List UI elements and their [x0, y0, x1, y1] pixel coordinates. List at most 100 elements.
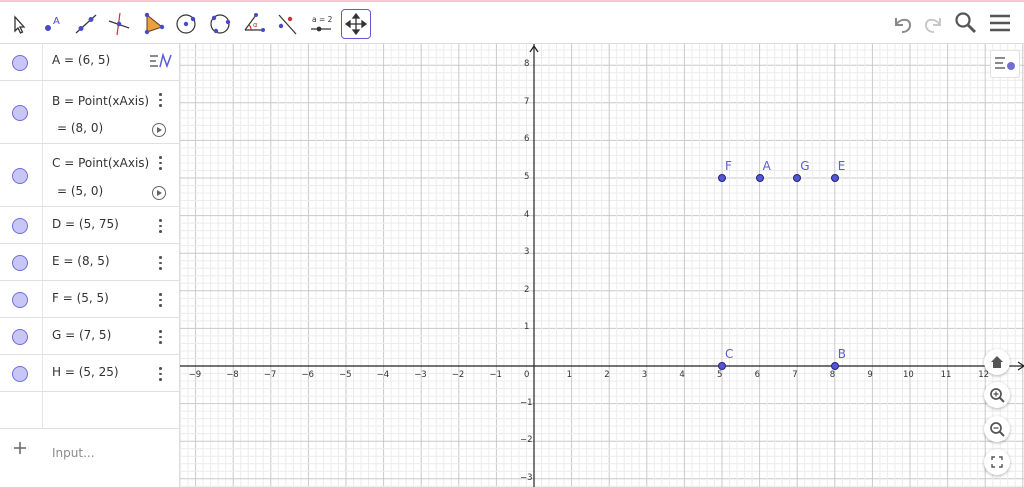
more-options-icon[interactable] [155, 218, 165, 234]
angle-tool[interactable]: α [240, 10, 268, 38]
circle-center-point-tool[interactable] [172, 10, 200, 38]
add-icon[interactable] [12, 440, 28, 456]
algebra-definition[interactable]: E = (8, 5) [52, 254, 110, 268]
x-tick-label: 2 [604, 370, 610, 380]
algebra-input-row[interactable] [0, 392, 179, 429]
graphics-view[interactable]: −9 −8 −7 −6 −5 −4 −3 −2 −1 0 1 2 3 4 5 6 7 8 9 10 11 12 8 7 6 5 4 3… [180, 44, 1024, 487]
more-options-icon[interactable] [155, 329, 165, 345]
move-tool[interactable] [5, 10, 33, 38]
visibility-toggle[interactable] [12, 366, 28, 382]
x-tick-label: 11 [940, 370, 952, 380]
algebra-definition[interactable]: G = (7, 5) [52, 328, 111, 342]
more-options-icon[interactable] [155, 155, 165, 171]
svg-text:a = 2: a = 2 [312, 15, 333, 24]
x-tick-label: −3 [414, 370, 427, 380]
point-label: F [725, 159, 732, 173]
algebra-definition[interactable]: D = (5, 75) [52, 217, 119, 231]
x-tick-label: −2 [451, 370, 465, 380]
more-options-icon[interactable] [155, 92, 165, 108]
graphics-style-bar-icon[interactable] [990, 50, 1020, 78]
visibility-toggle[interactable] [12, 55, 28, 71]
point-b[interactable] [830, 362, 839, 370]
algebra-view: A = (6, 5) B = Point(xAxis) = (8, 0) C =… [0, 44, 180, 487]
y-tick-label: 2 [524, 284, 530, 295]
algebra-definition[interactable]: H = (5, 25) [52, 365, 119, 379]
line-tool[interactable] [72, 10, 100, 38]
x-tick-label: −6 [301, 370, 314, 380]
algebra-style-bar-icon[interactable] [146, 48, 176, 74]
play-animation-icon[interactable] [152, 123, 166, 137]
x-tick-label: −5 [339, 370, 352, 380]
visibility-toggle[interactable] [12, 255, 28, 271]
undo-icon[interactable] [888, 8, 918, 38]
y-tick-label: 1 [524, 322, 530, 333]
point-e[interactable] [830, 174, 839, 182]
y-tick-label: 3 [524, 247, 530, 258]
svg-text:α: α [253, 21, 258, 29]
x-tick-label: 0 [524, 370, 530, 380]
x-tick-label: −9 [188, 370, 202, 380]
play-animation-icon[interactable] [152, 186, 166, 200]
input-field[interactable]: Input... [52, 446, 95, 460]
x-tick-label: 3 [641, 370, 648, 380]
y-tick-label: −2 [520, 435, 533, 446]
x-tick-label: 1 [566, 370, 573, 380]
y-tick-label: −3 [520, 472, 533, 483]
move-graphics-view-tool[interactable] [341, 9, 371, 39]
zoom-in-icon[interactable] [984, 382, 1010, 408]
search-icon[interactable] [951, 8, 981, 38]
x-tick-label: −8 [226, 370, 239, 380]
visibility-toggle[interactable] [12, 292, 28, 308]
perpendicular-line-tool[interactable] [105, 10, 133, 38]
algebra-value: = (8, 0) [57, 121, 104, 135]
x-tick-label: 9 [867, 370, 873, 380]
algebra-definition[interactable]: A = (6, 5) [52, 53, 110, 67]
more-options-icon[interactable] [155, 255, 165, 271]
point-tool[interactable]: A [38, 10, 66, 38]
fullscreen-icon[interactable] [984, 449, 1010, 475]
point-label: C [725, 347, 734, 361]
algebra-definition[interactable]: C = Point(xAxis) [52, 156, 149, 170]
y-tick-label: 7 [524, 96, 530, 107]
algebra-definition[interactable]: F = (5, 5) [52, 291, 109, 305]
y-tick-label: 8 [524, 59, 530, 70]
point-f[interactable] [718, 174, 726, 182]
row-gutter [0, 392, 43, 428]
y-tick-label: 6 [524, 134, 530, 145]
visibility-toggle[interactable] [12, 168, 28, 184]
slider-tool[interactable]: a = 2 [307, 10, 335, 38]
menu-icon[interactable] [985, 8, 1015, 38]
redo-icon[interactable] [918, 8, 948, 38]
point-label: E [837, 159, 846, 173]
algebra-row-c[interactable]: C = Point(xAxis) = (5, 0) [0, 144, 179, 207]
x-tick-label: 7 [792, 370, 798, 380]
point-label: G [800, 159, 810, 173]
algebra-row-f[interactable]: F = (5, 5) [0, 281, 179, 318]
x-tick-label: −1 [489, 370, 502, 380]
circle-three-points-tool[interactable] [206, 10, 234, 38]
x-tick-label: 4 [679, 370, 685, 380]
algebra-row-g[interactable]: G = (7, 5) [0, 318, 179, 355]
visibility-toggle[interactable] [12, 329, 28, 345]
algebra-definition[interactable]: B = Point(xAxis) [52, 94, 149, 108]
y-tick-label: 4 [524, 209, 530, 220]
algebra-row-b[interactable]: B = Point(xAxis) = (8, 0) [0, 81, 179, 144]
algebra-row-e[interactable]: E = (8, 5) [0, 244, 179, 281]
polygon-tool[interactable] [139, 10, 167, 38]
reflect-about-line-tool[interactable] [273, 10, 301, 38]
zoom-out-icon[interactable] [984, 416, 1010, 442]
point-a[interactable] [755, 174, 764, 182]
algebra-row-d[interactable]: D = (5, 75) [0, 207, 179, 244]
x-tick-label: 8 [829, 370, 836, 380]
visibility-toggle[interactable] [12, 218, 28, 234]
point-label: B [837, 347, 847, 361]
more-options-icon[interactable] [155, 366, 165, 382]
x-tick-label: −7 [263, 370, 277, 380]
point-c[interactable] [718, 362, 726, 370]
x-tick-label: −4 [376, 370, 390, 380]
visibility-toggle[interactable] [12, 105, 28, 121]
home-icon[interactable] [984, 349, 1010, 375]
algebra-row-h[interactable]: H = (5, 25) [0, 355, 179, 392]
toolbar: A α a = 2 [0, 2, 1024, 44]
more-options-icon[interactable] [155, 292, 165, 308]
